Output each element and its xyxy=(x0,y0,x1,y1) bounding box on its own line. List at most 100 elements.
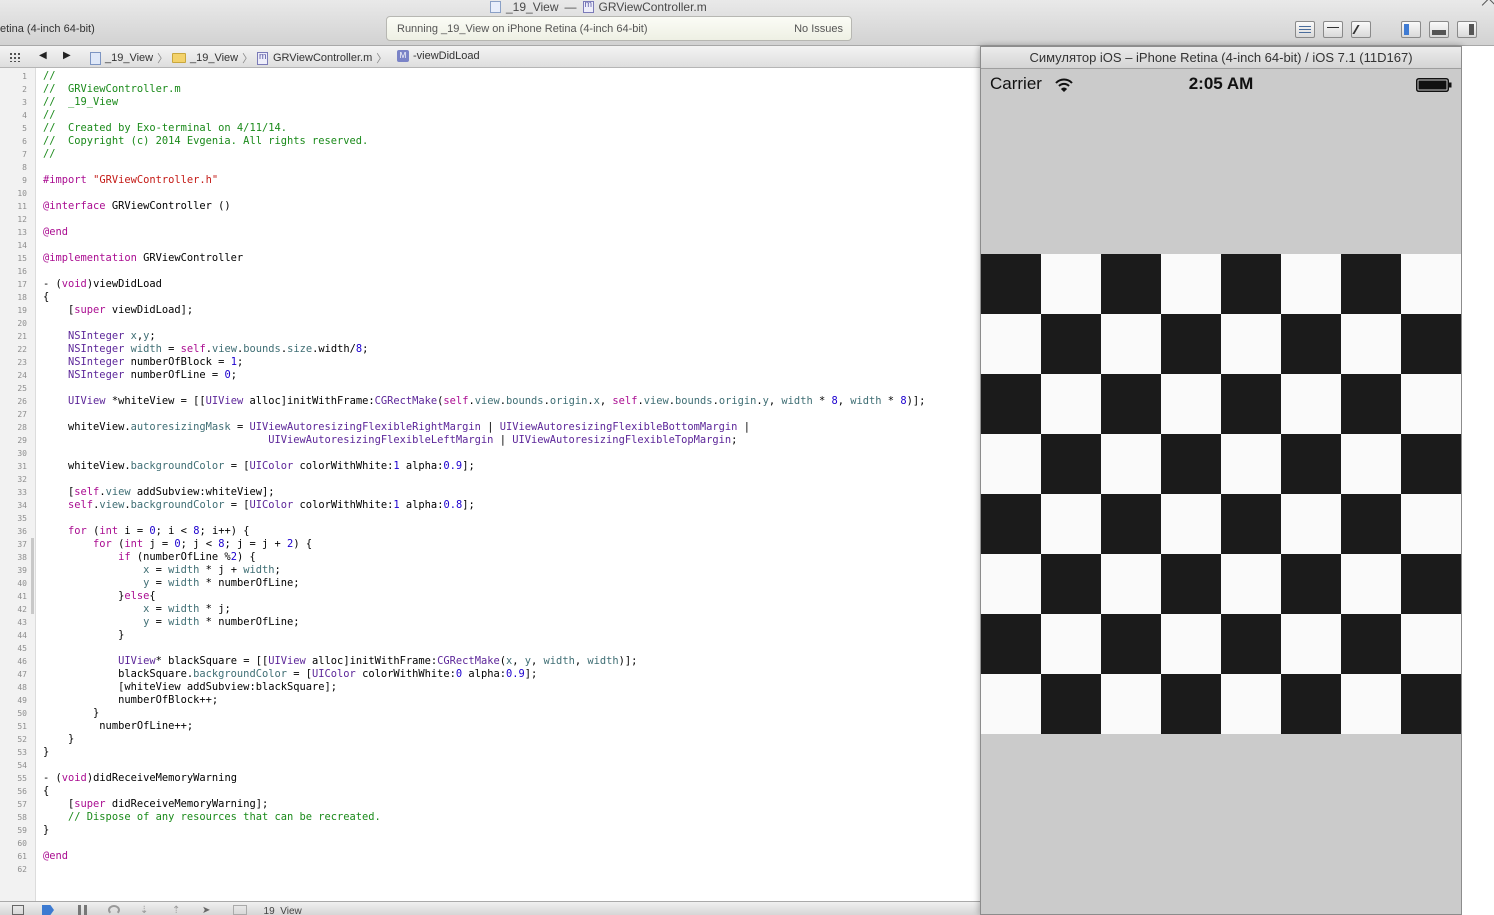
navigator-toggle-button[interactable] xyxy=(1401,21,1421,38)
line-number[interactable]: 5 xyxy=(0,122,27,135)
line-number[interactable]: 26 xyxy=(0,395,27,408)
code-line[interactable]: 56 { xyxy=(0,785,980,798)
code-line[interactable]: 12 xyxy=(0,213,980,226)
line-number[interactable]: 59 xyxy=(0,824,27,837)
line-number[interactable]: 27 xyxy=(0,408,27,421)
line-number[interactable]: 37 xyxy=(0,538,27,551)
code-text[interactable]: @end xyxy=(43,850,68,863)
code-line[interactable]: 18 { xyxy=(0,291,980,304)
code-lines[interactable]: 1 // 2 // GRViewController.m 3 // _19_View 4 //… xyxy=(0,70,980,876)
code-text[interactable]: UIViewAutoresizingFlexibleLeftMargin | U… xyxy=(43,434,737,447)
line-number[interactable]: 60 xyxy=(0,837,27,850)
code-text[interactable]: - (void)didReceiveMemoryWarning xyxy=(43,772,237,785)
code-line[interactable]: 13 @end xyxy=(0,226,980,239)
line-number[interactable]: 7 xyxy=(0,148,27,161)
line-number[interactable]: 41 xyxy=(0,590,27,603)
line-number[interactable]: 11 xyxy=(0,200,27,213)
code-line[interactable]: 35 xyxy=(0,512,980,525)
line-number[interactable]: 53 xyxy=(0,746,27,759)
code-line[interactable]: 21 NSInteger x,y; xyxy=(0,330,980,343)
code-line[interactable]: 5 // Created by Exo-terminal on 4/11/14. xyxy=(0,122,980,135)
code-text[interactable]: // xyxy=(43,148,56,161)
step-over-button[interactable] xyxy=(108,905,120,915)
code-line[interactable]: 9 #import "GRViewController.h" xyxy=(0,174,980,187)
line-number[interactable]: 30 xyxy=(0,447,27,460)
code-line[interactable]: 31 whiteView.backgroundColor = [UIColor … xyxy=(0,460,980,473)
code-line[interactable]: 33 [self.view addSubview:whiteView]; xyxy=(0,486,980,499)
code-line[interactable]: 57 [super didReceiveMemoryWarning]; xyxy=(0,798,980,811)
code-text[interactable]: { xyxy=(43,785,49,798)
code-text[interactable]: - (void)viewDidLoad xyxy=(43,278,162,291)
code-text[interactable]: [self.view addSubview:whiteView]; xyxy=(43,486,274,499)
line-number[interactable]: 6 xyxy=(0,135,27,148)
code-text[interactable]: // Created by Exo-terminal on 4/11/14. xyxy=(43,122,287,135)
code-text[interactable]: if (numberOfLine %2) { xyxy=(43,551,256,564)
pause-button[interactable] xyxy=(78,905,87,915)
issues-count[interactable]: No Issues xyxy=(794,23,843,35)
code-text[interactable]: }else{ xyxy=(43,590,156,603)
line-number[interactable]: 23 xyxy=(0,356,27,369)
code-line[interactable]: 49 numberOfBlock++; xyxy=(0,694,980,707)
jumpbar-group[interactable]: _19_View 〉 xyxy=(172,50,259,66)
standard-editor-button[interactable] xyxy=(1295,21,1315,38)
code-line[interactable]: 45 xyxy=(0,642,980,655)
code-text[interactable]: { xyxy=(43,291,49,304)
line-number[interactable]: 20 xyxy=(0,317,27,330)
code-text[interactable]: @end xyxy=(43,226,68,239)
line-number[interactable]: 32 xyxy=(0,473,27,486)
code-text[interactable]: x = width * j; xyxy=(43,603,231,616)
code-text[interactable]: // Copyright (c) 2014 Evgenia. All right… xyxy=(43,135,368,148)
line-number[interactable]: 50 xyxy=(0,707,27,720)
line-number[interactable]: 1 xyxy=(0,70,27,83)
code-line[interactable]: 50 } xyxy=(0,707,980,720)
line-number[interactable]: 36 xyxy=(0,525,27,538)
code-line[interactable]: 61 @end xyxy=(0,850,980,863)
line-number[interactable]: 57 xyxy=(0,798,27,811)
code-text[interactable]: @implementation GRViewController xyxy=(43,252,243,265)
code-line[interactable]: 43 y = width * numberOfLine; xyxy=(0,616,980,629)
code-text[interactable]: blackSquare.backgroundColor = [UIColor c… xyxy=(43,668,537,681)
line-number[interactable]: 21 xyxy=(0,330,27,343)
line-number[interactable]: 25 xyxy=(0,382,27,395)
forward-button[interactable]: ▶ xyxy=(63,50,71,61)
code-text[interactable]: [super didReceiveMemoryWarning]; xyxy=(43,798,268,811)
code-text[interactable]: // GRViewController.m xyxy=(43,83,181,96)
line-number[interactable]: 33 xyxy=(0,486,27,499)
code-text[interactable]: whiteView.autoresizingMask = UIViewAutor… xyxy=(43,421,750,434)
code-text[interactable]: // xyxy=(43,109,56,122)
jumpbar-method[interactable]: -viewDidLoad xyxy=(397,50,480,62)
code-line[interactable]: 24 NSInteger numberOfLine = 0; xyxy=(0,369,980,382)
code-line[interactable]: 17 - (void)viewDidLoad xyxy=(0,278,980,291)
scheme-selector[interactable]: etina (4-inch 64-bit) xyxy=(0,23,95,35)
code-line[interactable]: 22 NSInteger width = self.view.bounds.si… xyxy=(0,343,980,356)
line-number[interactable]: 46 xyxy=(0,655,27,668)
back-button[interactable]: ◀ xyxy=(39,50,47,61)
line-number[interactable]: 39 xyxy=(0,564,27,577)
line-number[interactable]: 31 xyxy=(0,460,27,473)
code-line[interactable]: 59} xyxy=(0,824,980,837)
assistant-editor-button[interactable] xyxy=(1323,21,1343,38)
line-number[interactable]: 45 xyxy=(0,642,27,655)
source-editor[interactable]: 1 // 2 // GRViewController.m 3 // _19_View 4 //… xyxy=(0,68,980,901)
code-text[interactable]: [whiteView addSubview:blackSquare]; xyxy=(43,681,337,694)
code-text[interactable]: self.view.backgroundColor = [UIColor col… xyxy=(43,499,475,512)
line-number[interactable]: 52 xyxy=(0,733,27,746)
line-number[interactable]: 28 xyxy=(0,421,27,434)
code-line[interactable]: 55 - (void)didReceiveMemoryWarning xyxy=(0,772,980,785)
version-editor-button[interactable] xyxy=(1351,21,1371,38)
code-text[interactable]: whiteView.backgroundColor = [UIColor col… xyxy=(43,460,475,473)
code-line[interactable]: 3 // _19_View xyxy=(0,96,980,109)
code-line[interactable]: 19 [super viewDidLoad]; xyxy=(0,304,980,317)
code-text[interactable]: UIView* blackSquare = [[UIView alloc]ini… xyxy=(43,655,637,668)
code-line[interactable]: 40 y = width * numberOfLine; xyxy=(0,577,980,590)
line-number[interactable]: 55 xyxy=(0,772,27,785)
line-number[interactable]: 9 xyxy=(0,174,27,187)
line-number[interactable]: 61 xyxy=(0,850,27,863)
code-line[interactable]: 32 xyxy=(0,473,980,486)
code-line[interactable]: 20 xyxy=(0,317,980,330)
code-text[interactable]: #import "GRViewController.h" xyxy=(43,174,218,187)
line-number[interactable]: 62 xyxy=(0,863,27,876)
line-number[interactable]: 47 xyxy=(0,668,27,681)
line-number[interactable]: 43 xyxy=(0,616,27,629)
line-number[interactable]: 12 xyxy=(0,213,27,226)
